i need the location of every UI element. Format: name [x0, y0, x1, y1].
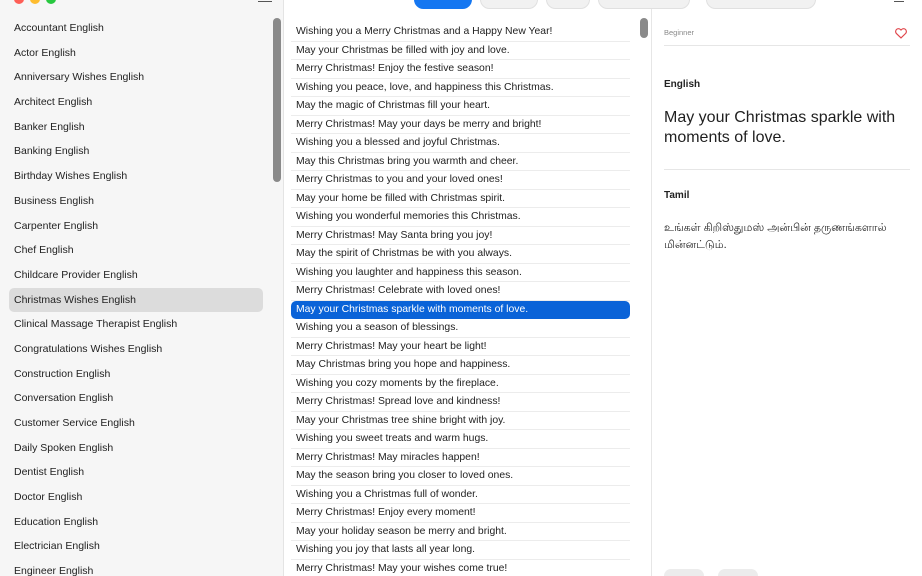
- phrase-list-item[interactable]: May your Christmas sparkle with moments …: [291, 300, 630, 319]
- phrase-detail-panel: Beginner English May your Christmas spar…: [652, 0, 922, 576]
- toolbar-search[interactable]: [706, 0, 816, 9]
- top-toolbar: [0, 0, 922, 10]
- sidebar-item[interactable]: Conversation English: [9, 386, 263, 411]
- phrase-list-item[interactable]: Wishing you sweet treats and warm hugs.: [291, 430, 630, 449]
- phrase-list-item[interactable]: Merry Christmas! Celebrate with loved on…: [291, 282, 630, 301]
- phrase-list-item[interactable]: Wishing you a blessed and joyful Christm…: [291, 134, 630, 153]
- sidebar-item[interactable]: Customer Service English: [9, 411, 263, 436]
- tamil-translation: உங்கள் கிறிஸ்துமஸ் அன்பின் தருணங்களால் ம…: [664, 222, 887, 251]
- sidebar-item[interactable]: Chef English: [9, 238, 263, 263]
- sidebar-item[interactable]: Carpenter English: [9, 214, 263, 239]
- bottom-action-button[interactable]: [718, 569, 758, 576]
- english-phrase: May your Christmas sparkle with moments …: [664, 109, 896, 146]
- phrase-list-item[interactable]: Wishing you a Merry Christmas and a Happ…: [291, 23, 630, 42]
- sidebar-item[interactable]: Accountant English: [9, 16, 263, 41]
- phrase-list-item[interactable]: May the magic of Christmas fill your hea…: [291, 97, 630, 116]
- category-sidebar: Accountant English Actor English Anniversa…: [0, 0, 284, 576]
- phrase-list-item[interactable]: May the season bring you closer to loved…: [291, 467, 630, 486]
- zoom-window-button[interactable]: [46, 0, 56, 4]
- sidebar-item[interactable]: Daily Spoken English: [9, 436, 263, 461]
- phrase-list-item[interactable]: May your holiday season be merry and bri…: [291, 523, 630, 541]
- sidebar-item[interactable]: Clinical Massage Therapist English: [9, 312, 263, 337]
- phrase-list-item[interactable]: Wishing you joy that lasts all year long…: [291, 541, 630, 560]
- minimize-window-button[interactable]: [30, 0, 40, 4]
- phrase-list-item[interactable]: Wishing you a season of blessings.: [291, 319, 630, 338]
- sidebar-item[interactable]: Anniversary Wishes English: [9, 65, 263, 90]
- phrase-list-item[interactable]: May your home be filled with Christmas s…: [291, 190, 630, 208]
- toolbar-tab-active[interactable]: [414, 0, 472, 9]
- phrase-list-item[interactable]: Merry Christmas! May your wishes come tr…: [291, 560, 630, 576]
- sidebar-toggle-icon[interactable]: [258, 0, 272, 2]
- sidebar-item[interactable]: Childcare Provider English: [9, 263, 263, 288]
- phrase-list-item[interactable]: Merry Christmas! May your days be merry …: [291, 116, 630, 134]
- phrase-list-item[interactable]: May Christmas bring you hope and happine…: [291, 356, 630, 375]
- phrase-list-item[interactable]: Merry Christmas! Spread love and kindnes…: [291, 393, 630, 412]
- sidebar-item[interactable]: Dentist English: [9, 460, 263, 485]
- english-label: English: [664, 79, 701, 90]
- phrase-list-item[interactable]: Wishing you laughter and happiness this …: [291, 264, 630, 282]
- sidebar-item[interactable]: Birthday Wishes English: [9, 164, 263, 189]
- phrase-list-item[interactable]: Merry Christmas! May miracles happen!: [291, 449, 630, 467]
- sidebar-item[interactable]: Actor English: [9, 41, 263, 66]
- sidebar-item[interactable]: Doctor English: [9, 485, 263, 510]
- phrase-list-item[interactable]: Wishing you a Christmas full of wonder.: [291, 486, 630, 504]
- phrase-scrollbar[interactable]: [640, 18, 648, 38]
- sidebar-scrollbar[interactable]: [273, 18, 281, 182]
- phrase-list-item[interactable]: May the spirit of Christmas be with you …: [291, 245, 630, 264]
- toolbar-tab[interactable]: [546, 0, 590, 9]
- phrase-list-item[interactable]: May your Christmas be filled with joy an…: [291, 42, 630, 60]
- divider: [664, 169, 910, 170]
- sidebar-item[interactable]: Electrician English: [9, 534, 263, 559]
- sidebar-item[interactable]: Architect English: [9, 90, 263, 115]
- divider: [664, 45, 910, 46]
- sidebar-item[interactable]: Congratulations Wishes English: [9, 337, 263, 362]
- category-list: Accountant English Actor English Anniversa…: [9, 16, 263, 576]
- sidebar-item[interactable]: Business English: [9, 189, 263, 214]
- phrase-list-item[interactable]: Merry Christmas! May Santa bring you joy…: [291, 227, 630, 245]
- phrase-list-item[interactable]: Wishing you cozy moments by the fireplac…: [291, 375, 630, 393]
- phrase-panel: Wishing you a Merry Christmas and a Happ…: [285, 0, 652, 576]
- phrase-list-item[interactable]: Wishing you peace, love, and happiness t…: [291, 79, 630, 97]
- level-badge: Beginner: [664, 28, 695, 37]
- sidebar-item[interactable]: Christmas Wishes English: [9, 287, 263, 313]
- phrase-list-item[interactable]: May this Christmas bring you warmth and …: [291, 153, 630, 171]
- tamil-label: Tamil: [664, 190, 690, 201]
- close-window-button[interactable]: [14, 0, 24, 4]
- sidebar-item[interactable]: Engineer English: [9, 559, 263, 576]
- sidebar-item[interactable]: Banker English: [9, 115, 263, 140]
- phrase-list-item[interactable]: Merry Christmas! May your heart be light…: [291, 338, 630, 356]
- phrase-list-item[interactable]: Merry Christmas! Enjoy the festive seaso…: [291, 60, 630, 79]
- toolbar-tab[interactable]: [480, 0, 538, 9]
- bottom-action-button[interactable]: [664, 569, 704, 576]
- heart-icon[interactable]: [894, 26, 908, 40]
- toolbar-tab[interactable]: [598, 0, 690, 9]
- sidebar-item[interactable]: Banking English: [9, 139, 263, 164]
- menu-icon[interactable]: [894, 0, 904, 2]
- phrase-list-item[interactable]: Merry Christmas! Enjoy every moment!: [291, 504, 630, 523]
- phrase-list-item[interactable]: Wishing you wonderful memories this Chri…: [291, 208, 630, 227]
- sidebar-item[interactable]: Construction English: [9, 362, 263, 387]
- phrase-list-item[interactable]: May your Christmas tree shine bright wit…: [291, 412, 630, 430]
- sidebar-item[interactable]: Education English: [9, 510, 263, 535]
- phrase-list: Wishing you a Merry Christmas and a Happ…: [291, 23, 630, 576]
- phrase-list-item[interactable]: Merry Christmas to you and your loved on…: [291, 171, 630, 190]
